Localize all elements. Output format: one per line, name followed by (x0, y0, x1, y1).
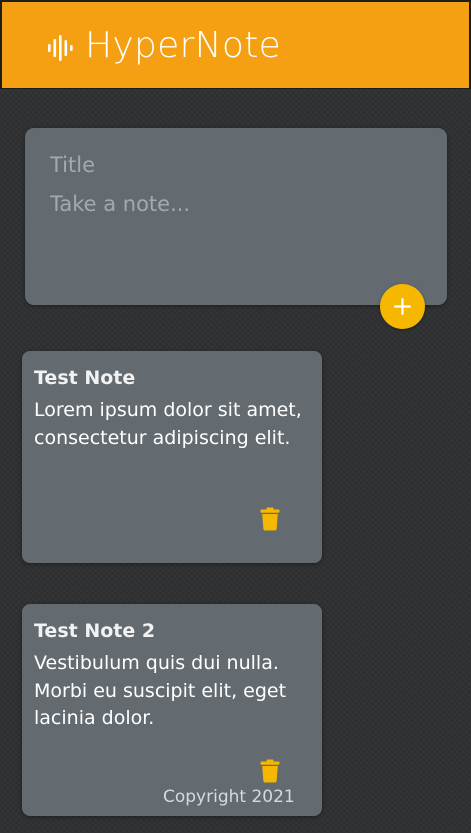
plus-icon (394, 298, 411, 315)
app-title: HyperNote (85, 25, 282, 66)
title-input[interactable]: Title (50, 151, 410, 179)
note-content: Vestibulum quis dui nulla. Morbi eu susc… (34, 652, 287, 729)
add-note-button[interactable] (380, 284, 425, 329)
note-content-input[interactable]: Take a note... (50, 190, 410, 218)
trash-icon (260, 507, 280, 531)
note-composer: Title Take a note... (25, 128, 447, 305)
copyright-footer: Copyright 2021 (163, 787, 295, 807)
note-title: Test Note (34, 367, 136, 389)
delete-note-button[interactable] (260, 507, 280, 531)
sound-wave-icon (48, 35, 73, 61)
delete-note-button[interactable] (260, 759, 280, 783)
note-card: Test Note Lorem ipsum dolor sit amet, co… (22, 351, 322, 563)
trash-icon (260, 759, 280, 783)
app-header: HyperNote (0, 0, 471, 89)
note-title: Test Note 2 (34, 620, 156, 642)
note-content: Lorem ipsum dolor sit amet, consectetur … (34, 399, 302, 449)
